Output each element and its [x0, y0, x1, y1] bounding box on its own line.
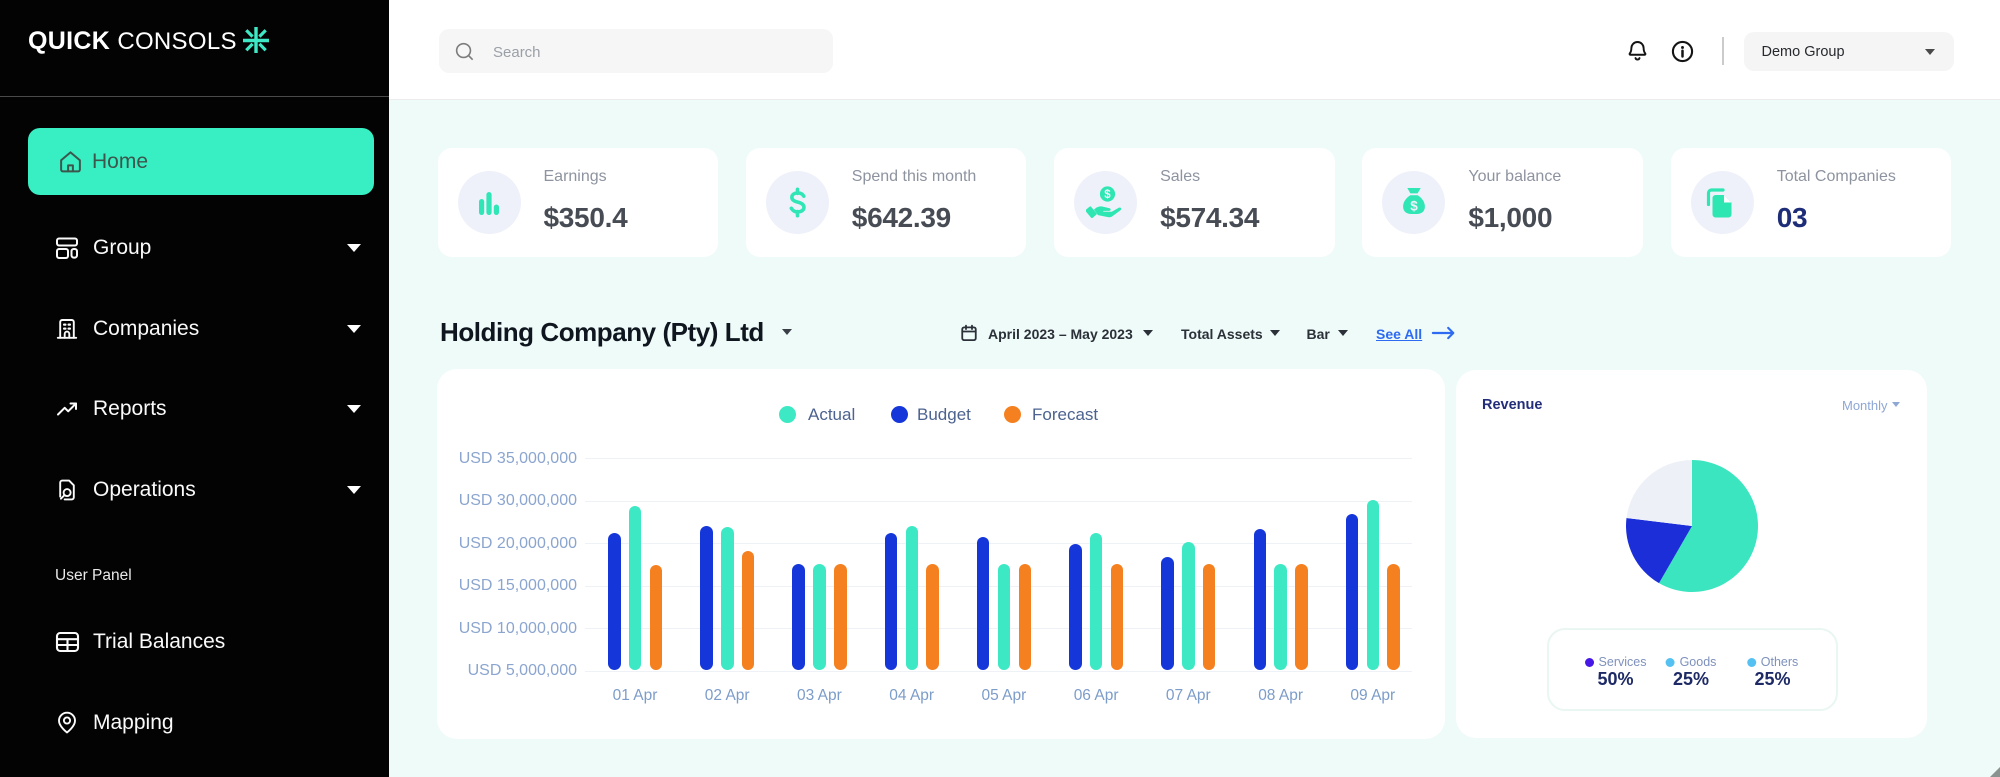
svg-text:$: $: [1104, 189, 1111, 201]
svg-text:$: $: [1410, 198, 1418, 213]
